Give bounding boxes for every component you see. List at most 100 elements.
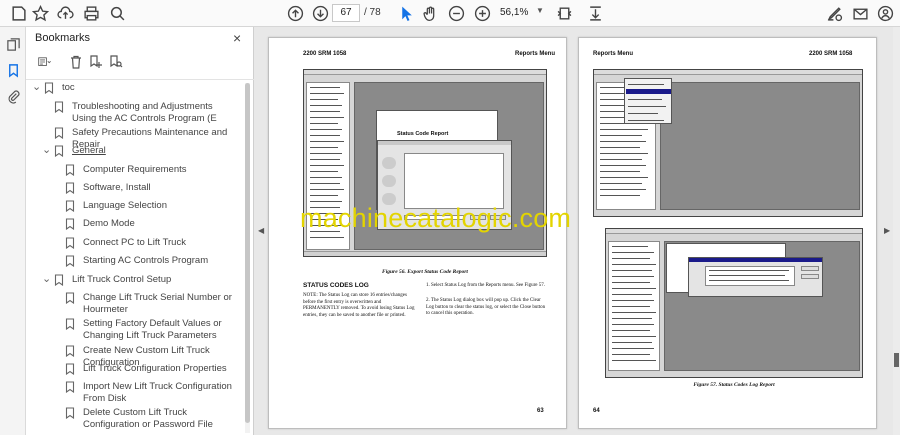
step-1: 1. Select Status Log from the Reports me…	[426, 283, 546, 288]
bookmark-item[interactable]: Delete Custom Lift Truck Configuration o…	[53, 407, 238, 431]
bookmark-flag-icon	[44, 82, 54, 94]
bookmark-item[interactable]: Computer Requirements	[53, 164, 238, 176]
screenshot-titlebar	[606, 229, 862, 234]
scroll-right-icon[interactable]: ▶	[884, 226, 890, 235]
page-fit-icon[interactable]	[554, 3, 574, 23]
bookmark-label: Lift Truck Configuration Properties	[83, 363, 227, 374]
bookmark-flag-icon	[54, 127, 64, 139]
bookmark-item[interactable]: ⌄ General	[42, 145, 237, 157]
bookmark-item[interactable]: ⌄ toc	[32, 82, 227, 94]
bookmark-flag-icon	[65, 218, 75, 230]
page-number-input[interactable]: 67	[332, 4, 360, 22]
sign-pen-icon[interactable]	[824, 3, 844, 23]
page-number-left: 63	[537, 408, 544, 414]
add-bookmark-icon[interactable]	[88, 54, 104, 70]
bookmark-label: Connect PC to Lift Truck	[83, 237, 186, 248]
bookmarks-toolbar	[32, 52, 232, 74]
account-icon[interactable]	[875, 3, 895, 23]
attachment-icon[interactable]	[4, 87, 22, 105]
delete-bookmark-icon[interactable]	[68, 54, 84, 70]
bookmark-item[interactable]: Demo Mode	[53, 218, 238, 230]
bookmark-label: Software, Install	[83, 182, 151, 193]
screenshot-titlebar	[594, 70, 862, 75]
scroll-mode-icon[interactable]	[585, 3, 605, 23]
bookmark-label: Lift Truck Control Setup	[72, 274, 172, 285]
bookmarks-scrollbar[interactable]	[245, 83, 250, 433]
scrollbar-thumb[interactable]	[245, 83, 250, 423]
bookmark-flag-icon	[65, 237, 75, 249]
select-cursor-icon[interactable]	[396, 3, 416, 23]
options-menu-icon[interactable]	[34, 54, 56, 70]
home-icon[interactable]	[8, 3, 28, 23]
chevron-down-icon[interactable]: ⌄	[32, 82, 44, 93]
bookmark-label: Demo Mode	[83, 218, 135, 229]
chevron-down-icon[interactable]: ▼	[536, 6, 544, 15]
bookmark-item[interactable]: Troubleshooting and Adjustments Using th…	[42, 101, 237, 125]
chevron-down-icon[interactable]: ⌄	[42, 145, 54, 156]
bookmark-item[interactable]: Starting AC Controls Program	[53, 255, 238, 267]
bookmark-flag-icon	[65, 255, 75, 267]
document-scrollbar[interactable]	[893, 27, 900, 435]
bookmark-label: General	[72, 145, 106, 156]
bookmark-flag-icon	[54, 101, 64, 113]
bookmark-label: toc	[62, 82, 75, 93]
section-title: STATUS CODES LOG	[303, 282, 369, 289]
bookmark-icon[interactable]	[4, 61, 22, 79]
bookmark-item[interactable]: Lift Truck Configuration Properties	[53, 363, 238, 375]
page-header-right: 2200 SRM 1058	[809, 51, 853, 57]
bookmark-flag-icon	[65, 345, 75, 357]
bookmark-item[interactable]: Setting Factory Default Values or Changi…	[53, 318, 238, 342]
chevron-down-icon[interactable]: ⌄	[42, 274, 54, 285]
find-bookmark-icon[interactable]	[108, 54, 124, 70]
bookmark-flag-icon	[65, 363, 75, 375]
bookmark-label: Starting AC Controls Program	[83, 255, 209, 266]
search-zoom-icon[interactable]	[107, 3, 127, 23]
bookmark-flag-icon	[65, 381, 75, 393]
screenshot-reports-menu	[624, 78, 672, 124]
bookmark-item[interactable]: Change Lift Truck Serial Number or Hourm…	[53, 292, 238, 316]
bookmark-item[interactable]: Software, Install	[53, 182, 238, 194]
page-thumbnails-icon[interactable]	[4, 35, 22, 53]
status-code-report-title: Status Code Report	[397, 131, 449, 137]
hand-tool-icon[interactable]	[420, 3, 440, 23]
bookmark-flag-icon	[65, 164, 75, 176]
bookmark-label: Delete Custom Lift Truck Configuration o…	[83, 407, 213, 430]
bookmark-item[interactable]: ⌄ Lift Truck Control Setup	[42, 274, 237, 286]
bookmark-flag-icon	[65, 407, 75, 419]
bookmark-item[interactable]: Connect PC to Lift Truck	[53, 237, 238, 249]
bookmark-flag-icon	[54, 145, 64, 157]
next-page-icon[interactable]	[310, 3, 330, 23]
screenshot-workspace	[660, 82, 860, 210]
page-header-left: 2200 SRM 1058	[303, 51, 347, 57]
scroll-left-icon[interactable]: ◀	[258, 226, 264, 235]
bookmarks-panel: Bookmarks × ⌄ toc Troubleshooting and Adju…	[26, 27, 254, 435]
prev-page-icon[interactable]	[285, 3, 305, 23]
print-icon[interactable]	[81, 3, 101, 23]
panel-divider	[26, 79, 254, 80]
bookmark-flag-icon	[65, 200, 75, 212]
zoom-out-icon[interactable]	[446, 3, 466, 23]
upload-cloud-icon[interactable]	[55, 3, 75, 23]
bookmark-label: Import New Lift Truck Configuration From…	[83, 381, 232, 404]
scrollbar-thumb[interactable]	[894, 353, 899, 367]
close-icon[interactable]: ×	[233, 30, 241, 46]
zoom-in-icon[interactable]	[472, 3, 492, 23]
bookmark-label: Change Lift Truck Serial Number or Hourm…	[83, 292, 232, 315]
bookmark-item[interactable]: Import New Lift Truck Configuration From…	[53, 381, 238, 405]
mail-icon[interactable]	[850, 3, 870, 23]
left-navigation-rail	[0, 27, 26, 435]
star-icon[interactable]	[30, 3, 50, 23]
bookmark-item[interactable]: Language Selection	[53, 200, 238, 212]
